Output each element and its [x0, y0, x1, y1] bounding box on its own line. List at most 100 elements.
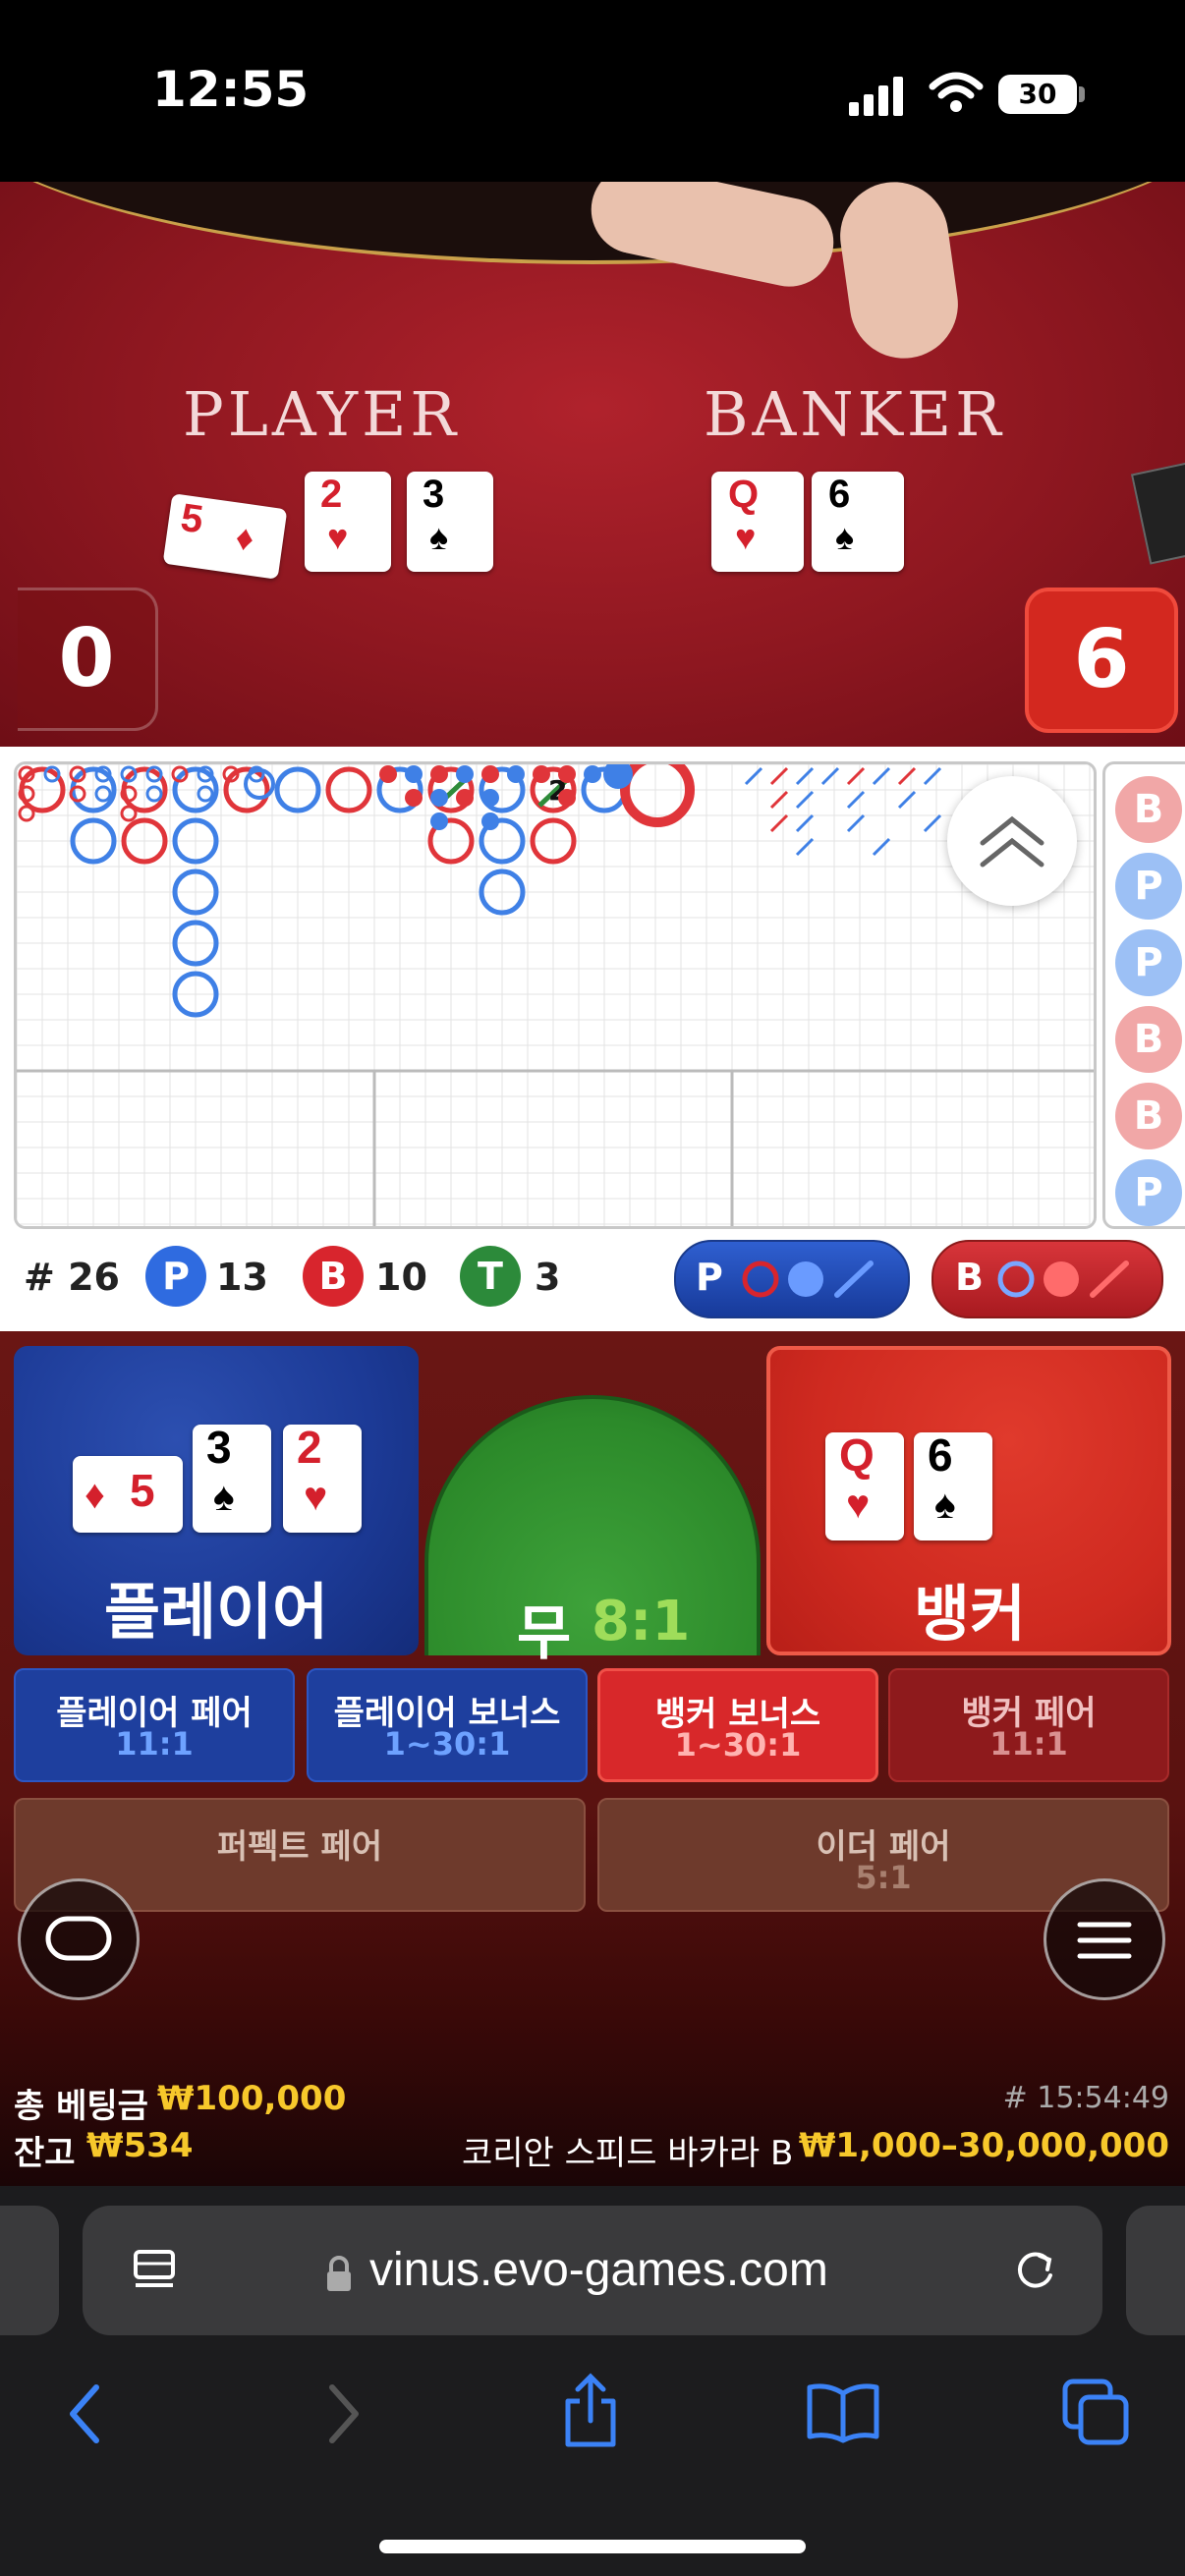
small-road-mark: [379, 765, 397, 783]
cockroach-mark: [769, 766, 789, 786]
tie-count: 3: [535, 1256, 561, 1299]
small-road-mark: [430, 789, 448, 807]
total-bet-label: 총 베팅금: [14, 2087, 148, 2126]
cockroach-mark: [795, 813, 815, 833]
reload-icon[interactable]: [1008, 2244, 1061, 2297]
bead-mark: [120, 805, 138, 822]
roadmap-grid: 2: [17, 764, 1094, 1226]
playing-card: 2 ♥: [283, 1425, 362, 1533]
banker-bet-label: 뱅커: [914, 1578, 1027, 1650]
player-score: 0: [18, 588, 158, 731]
round-id: # 15:54:49: [1002, 2081, 1169, 2115]
small-road-mark: [405, 765, 423, 783]
banker-bet-spot[interactable]: Q ♥ 6 ♠ 뱅커: [766, 1346, 1171, 1655]
banker-predict-label: B: [955, 1256, 984, 1299]
playing-card: 6 ♠: [914, 1432, 992, 1540]
playing-card: 5 ♦: [73, 1456, 183, 1533]
expand-roadmap-button[interactable]: [947, 776, 1077, 906]
small-road-mark: [481, 765, 499, 783]
chat-button[interactable]: [18, 1878, 140, 2000]
bead-road-column: BPPBBP: [1102, 761, 1185, 1229]
back-icon[interactable]: [61, 2380, 110, 2448]
banker-pair-odds: 11:1: [989, 1725, 1068, 1763]
bead-road-item: P: [1115, 1159, 1182, 1226]
banker-pair-bet[interactable]: 뱅커 페어 11:1: [888, 1668, 1169, 1782]
hamburger-menu-icon: [1077, 1922, 1132, 1959]
playing-card: 6 ♠: [812, 472, 904, 572]
cockroach-mark: [923, 766, 942, 786]
next-result-mark: [620, 764, 695, 827]
tie-bet-odds: 8:1: [592, 1590, 691, 1653]
cockroach-mark: [846, 813, 866, 833]
lock-icon: [327, 2256, 351, 2291]
bead-mark: [197, 785, 214, 803]
cockroach-mark: [846, 790, 866, 810]
forward-icon[interactable]: [318, 2380, 367, 2448]
player-pair-odds: 11:1: [115, 1725, 194, 1763]
cockroach-mark: [769, 790, 789, 810]
perfect-pair-label: 퍼펙트 페어: [216, 1827, 383, 1867]
reader-mode-icon[interactable]: [130, 2246, 179, 2295]
roadmap-board[interactable]: 2: [14, 761, 1097, 1229]
small-road-mark: [481, 789, 499, 807]
small-road-mark: [430, 812, 448, 830]
previous-tab-preview[interactable]: [0, 2206, 59, 2335]
player-predict-button[interactable]: P: [674, 1240, 910, 1318]
menu-button[interactable]: [1044, 1878, 1165, 2000]
wifi-icon: [929, 72, 984, 112]
playing-card: 3 ♠: [193, 1425, 271, 1533]
player-bonus-bet[interactable]: 플레이어 보너스 1~30:1: [307, 1668, 588, 1782]
player-predict-label: P: [696, 1256, 723, 1299]
total-bet-value: ₩100,000: [157, 2079, 347, 2118]
playing-card: 5 ♦: [162, 493, 288, 580]
next-tab-preview[interactable]: [1126, 2206, 1185, 2335]
balance-value: ₩534: [86, 2126, 194, 2165]
player-bet-spot[interactable]: 5 ♦ 3 ♠ 2 ♥ 플레이어: [14, 1346, 419, 1655]
small-road-mark: [430, 765, 448, 783]
bead-road-item: B: [1115, 1083, 1182, 1149]
small-road-mark: [584, 765, 601, 783]
url-text: vinus.evo-games.com: [369, 2244, 828, 2296]
banker-count-badge: B: [303, 1246, 364, 1307]
cockroach-mark: [872, 766, 891, 786]
banker-bonus-odds: 1~30:1: [674, 1726, 802, 1764]
small-road-mark: [507, 765, 525, 783]
bead-road-item: P: [1115, 853, 1182, 920]
round-count: # 26: [24, 1256, 120, 1299]
chat-bubble-icon: [45, 1916, 112, 1961]
bead-road-item: B: [1115, 1006, 1182, 1073]
small-road-mark: [533, 765, 550, 783]
cockroach-mark: [846, 766, 866, 786]
bookmarks-icon[interactable]: [804, 2380, 882, 2444]
bead-road-item: P: [1115, 929, 1182, 996]
playing-card: 2 ♥: [305, 472, 391, 572]
player-pair-bet[interactable]: 플레이어 페어 11:1: [14, 1668, 295, 1782]
battery-nub: [1079, 86, 1085, 102]
small-road-mark: [405, 789, 423, 807]
table-banker-label: BANKER: [704, 378, 1005, 450]
balance-label: 잔고: [14, 2134, 76, 2173]
small-road-mark: [558, 789, 576, 807]
small-road-mark: [456, 765, 474, 783]
bead-mark: [18, 805, 35, 822]
small-road-mark: [558, 765, 576, 783]
playing-card: Q ♥: [825, 1432, 904, 1540]
battery-icon: 30: [998, 75, 1077, 114]
banker-predict-button[interactable]: B: [931, 1240, 1163, 1318]
banker-bonus-bet[interactable]: 뱅커 보너스 1~30:1: [597, 1668, 878, 1782]
player-bet-label: 플레이어: [104, 1576, 329, 1648]
table-player-label: PLAYER: [183, 378, 461, 450]
small-road-mark: [456, 789, 474, 807]
banker-predict-symbols-icon: [997, 1260, 1129, 1298]
playing-card: 3 ♠: [407, 472, 493, 572]
bead-mark: [145, 785, 163, 803]
card-shoe: [1130, 461, 1185, 565]
tie-bet-label: 무: [517, 1599, 572, 1668]
bet-limits: ₩1,000–30,000,000: [798, 2126, 1169, 2165]
share-icon[interactable]: [556, 2372, 625, 2450]
banker-score: 6: [1025, 588, 1178, 733]
tabs-icon[interactable]: [1059, 2376, 1132, 2448]
player-count-badge: P: [145, 1246, 206, 1307]
table-name: 코리안 스피드 바카라 B: [462, 2134, 794, 2173]
player-bonus-odds: 1~30:1: [383, 1725, 511, 1763]
